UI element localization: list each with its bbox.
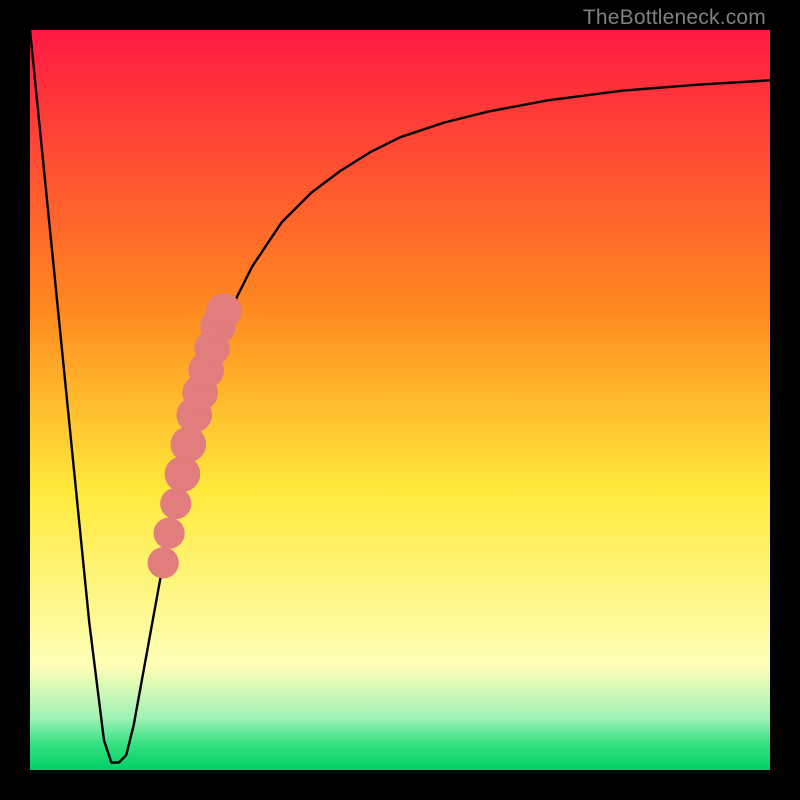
bottleneck-curve — [30, 30, 770, 763]
marker-dot — [154, 518, 185, 549]
marker-dot — [171, 427, 207, 463]
chart-frame: TheBottleneck.com — [0, 0, 800, 800]
marker-dot — [165, 456, 201, 492]
marker-dot — [206, 293, 242, 329]
marker-dot — [148, 547, 179, 578]
watermark-text: TheBottleneck.com — [583, 6, 766, 30]
marker-dot — [160, 488, 191, 519]
curve-layer — [30, 30, 770, 770]
curve-markers — [148, 293, 242, 578]
plot-area — [30, 30, 770, 770]
